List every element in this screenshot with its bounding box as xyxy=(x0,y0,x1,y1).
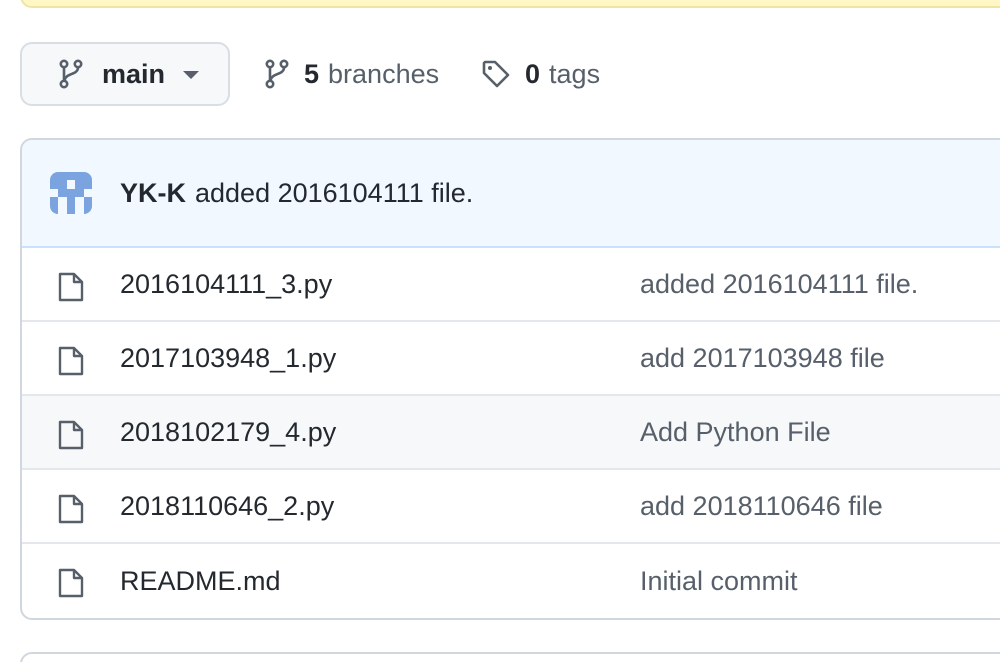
commit-message[interactable]: added 2016104111 file. xyxy=(195,178,473,209)
file-icon xyxy=(58,420,84,450)
file-name[interactable]: 2018102179_4.py xyxy=(120,417,336,448)
tags-count: 0 xyxy=(525,58,541,89)
notice-banner xyxy=(20,0,1000,8)
file-row[interactable]: 2016104111_3.py added 2016104111 file. xyxy=(22,248,1000,322)
file-list-box: YK-K added 2016104111 file. 2016104111_3… xyxy=(20,138,1000,620)
file-icon xyxy=(58,272,84,302)
branches-count: 5 xyxy=(304,58,320,89)
tags-label: tags xyxy=(549,58,601,89)
file-row[interactable]: README.md Initial commit xyxy=(22,544,1000,618)
file-name[interactable]: 2018110646_2.py xyxy=(120,491,334,522)
file-commit-message[interactable]: added 2016104111 file. xyxy=(640,269,918,300)
branch-selector-button[interactable]: main xyxy=(20,42,230,106)
commit-author[interactable]: YK-K xyxy=(120,178,186,209)
file-commit-message[interactable]: Initial commit xyxy=(640,566,798,597)
file-commit-message[interactable]: add 2018110646 file xyxy=(640,491,883,522)
file-icon xyxy=(58,346,84,376)
chevron-down-icon xyxy=(183,71,200,79)
git-branch-icon xyxy=(59,59,83,89)
file-name[interactable]: 2016104111_3.py xyxy=(120,269,332,300)
branches-label: branches xyxy=(328,58,440,89)
repo-page: main 5 branches 0 tags YK-K added 201610… xyxy=(0,0,1000,662)
file-row[interactable]: 2017103948_1.py add 2017103948 file xyxy=(22,322,1000,396)
file-icon xyxy=(58,568,84,598)
git-branch-icon xyxy=(265,59,289,89)
branches-link[interactable]: 5 branches xyxy=(264,52,439,96)
file-row[interactable]: 2018102179_4.py Add Python File xyxy=(22,396,1000,470)
avatar[interactable] xyxy=(50,172,92,214)
current-branch-name: main xyxy=(102,58,166,89)
identicon-icon xyxy=(50,172,92,214)
readme-box xyxy=(20,652,1000,662)
file-icon xyxy=(58,494,84,524)
latest-commit-header: YK-K added 2016104111 file. xyxy=(22,140,1000,248)
tags-link[interactable]: 0 tags xyxy=(481,52,600,96)
file-commit-message[interactable]: add 2017103948 file xyxy=(640,343,885,374)
file-name[interactable]: README.md xyxy=(120,566,281,597)
file-name[interactable]: 2017103948_1.py xyxy=(120,343,336,374)
tag-icon xyxy=(482,60,510,88)
file-commit-message[interactable]: Add Python File xyxy=(640,417,831,448)
file-row[interactable]: 2018110646_2.py add 2018110646 file xyxy=(22,470,1000,544)
